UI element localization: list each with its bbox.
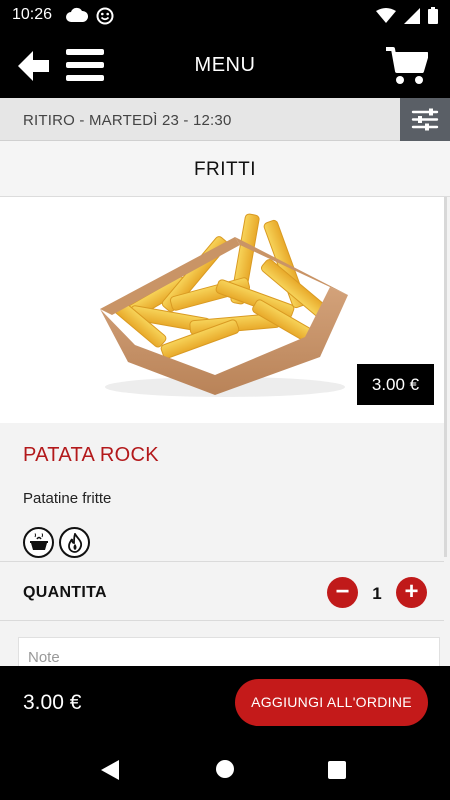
battery-icon [428, 7, 438, 29]
cart-button[interactable] [386, 46, 429, 86]
attribute-icons [23, 527, 90, 558]
product-info: PATATA ROCK Patatine fritte [0, 423, 444, 559]
nav-back-icon[interactable] [101, 760, 121, 785]
total-price: 3.00 € [23, 691, 82, 714]
category-title: FRITTI [193, 159, 257, 180]
cart-icon [386, 47, 429, 90]
nav-home-icon[interactable] [216, 760, 234, 778]
quantity-increase-button[interactable]: + [396, 577, 427, 608]
nav-recents-icon[interactable] [328, 761, 346, 779]
quantity-row: QUANTITA − 1 + [0, 561, 444, 621]
product-image: 3.00 € [0, 197, 444, 423]
quantity-value: 1 [372, 584, 382, 603]
product-detail[interactable]: 3.00 € PATATA ROCK Patatine fritte QUANT… [0, 197, 450, 666]
quantity-decrease-button[interactable]: − [327, 577, 358, 608]
product-name: PATATA ROCK [23, 444, 159, 466]
note-field[interactable]: Note [18, 637, 440, 666]
signal-icon [404, 7, 420, 29]
smiley-icon [96, 7, 114, 30]
cooking-pot-icon [23, 527, 54, 558]
pickup-info: RITIRO - MARTEDÌ 23 - 12:30 [23, 112, 232, 129]
system-nav-bar [0, 740, 450, 800]
price-tag: 3.00 € [357, 364, 434, 405]
category-header: FRITTI [0, 141, 450, 197]
status-bar: 10:26 [0, 0, 450, 32]
status-time: 10:26 [12, 6, 53, 23]
pickup-bar[interactable]: RITIRO - MARTEDÌ 23 - 12:30 [0, 98, 450, 141]
quantity-label: QUANTITA [23, 584, 107, 601]
flame-icon [59, 527, 90, 558]
cloud-icon [66, 7, 89, 30]
page-title: MENU [194, 54, 256, 76]
wifi-icon [376, 7, 396, 29]
order-bar: 3.00 € AGGIUNGI ALL'ORDINE [0, 666, 450, 740]
scrollbar[interactable] [444, 197, 447, 557]
app-bar: MENU [0, 32, 450, 98]
filter-button[interactable] [400, 98, 450, 141]
product-description: Patatine fritte [23, 490, 112, 507]
add-to-order-button[interactable]: AGGIUNGI ALL'ORDINE [235, 679, 428, 726]
